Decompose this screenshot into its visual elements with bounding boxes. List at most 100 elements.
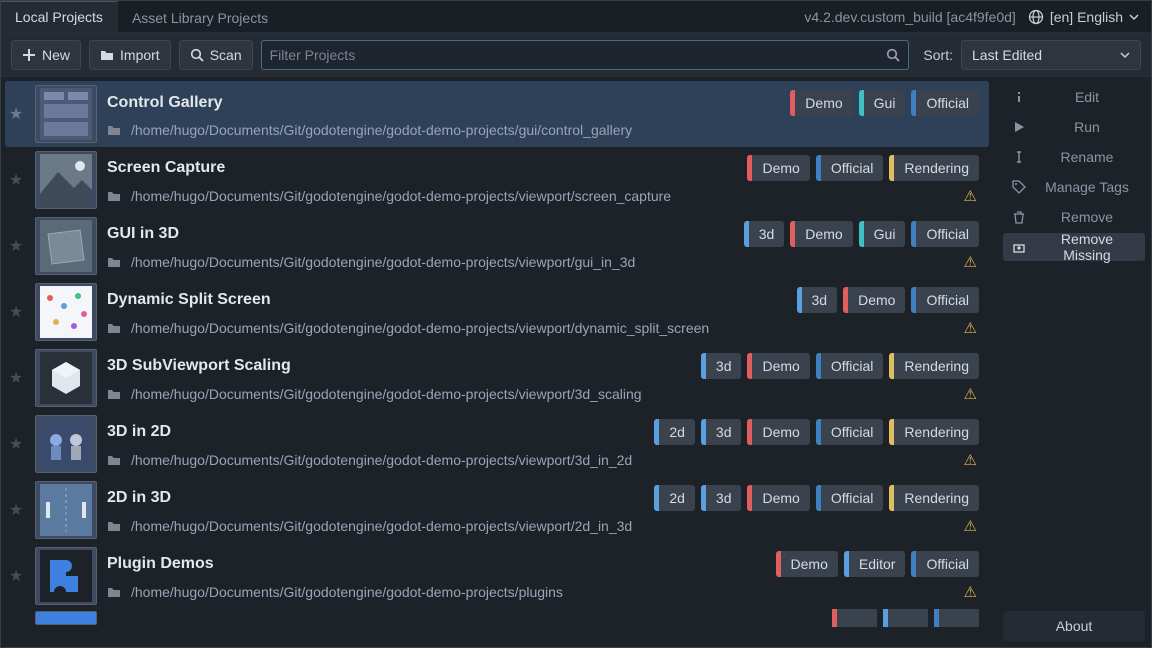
project-row[interactable]: ★Dynamic Split Screen3dDemoOfficial/home… — [5, 279, 989, 345]
remove-label: Remove — [1037, 209, 1137, 225]
project-row-partial — [5, 609, 989, 627]
project-row[interactable]: ★2D in 3D2d3dDemoOfficialRendering/home/… — [5, 477, 989, 543]
project-tag[interactable]: Rendering — [889, 485, 979, 511]
project-tag[interactable]: Official — [816, 353, 884, 379]
language-label: [en] English — [1050, 9, 1123, 25]
tag-label: Official — [821, 358, 884, 374]
project-tag[interactable]: Demo — [843, 287, 905, 313]
project-tag[interactable]: Demo — [747, 485, 809, 511]
project-tag[interactable]: Demo — [790, 221, 852, 247]
project-row[interactable]: ★3D SubViewport Scaling3dDemoOfficialRen… — [5, 345, 989, 411]
tag-label: Demo — [752, 358, 809, 374]
project-tag — [934, 609, 979, 627]
filter-field[interactable] — [261, 40, 910, 70]
project-tag[interactable]: Gui — [859, 90, 906, 116]
project-tag[interactable]: Editor — [844, 551, 906, 577]
project-tag[interactable]: Official — [816, 155, 884, 181]
favorite-star-icon[interactable]: ★ — [7, 434, 25, 454]
run-label: Run — [1037, 119, 1137, 135]
import-button[interactable]: Import — [89, 40, 171, 70]
project-tag[interactable]: Demo — [776, 551, 838, 577]
project-tag — [832, 609, 877, 627]
project-tag[interactable]: Demo — [747, 155, 809, 181]
favorite-star-icon[interactable]: ★ — [7, 302, 25, 322]
folder-icon — [107, 387, 121, 401]
project-tag[interactable]: 3d — [744, 221, 785, 247]
toolbar: New Import Scan Sort: Last Edited — [1, 33, 1151, 77]
project-tag[interactable]: Demo — [747, 419, 809, 445]
tag-label: Official — [821, 424, 884, 440]
project-row[interactable]: ★Plugin DemosDemoEditorOfficial/home/hug… — [5, 543, 989, 609]
tag-label: Official — [916, 556, 979, 572]
project-list[interactable]: ★Control GalleryDemoGuiOfficial/home/hug… — [1, 77, 997, 647]
tag-label: 3d — [749, 226, 785, 242]
project-title: Plugin Demos — [107, 555, 214, 573]
favorite-star-icon[interactable]: ★ — [7, 104, 25, 124]
rename-button[interactable]: Rename — [1003, 143, 1145, 171]
tag-label: Rendering — [894, 160, 979, 176]
project-tag[interactable]: Official — [911, 221, 979, 247]
rename-icon — [1011, 150, 1027, 164]
plus-icon — [22, 48, 36, 62]
project-tag[interactable]: Official — [816, 419, 884, 445]
favorite-star-icon[interactable]: ★ — [7, 500, 25, 520]
language-selector[interactable]: [en] English — [1028, 9, 1139, 25]
project-tag[interactable]: Official — [816, 485, 884, 511]
project-row[interactable]: ★GUI in 3D3dDemoGuiOfficial/home/hugo/Do… — [5, 213, 989, 279]
project-title: GUI in 3D — [107, 225, 179, 243]
project-row[interactable]: ★3D in 2D2d3dDemoOfficialRendering/home/… — [5, 411, 989, 477]
warning-icon: ⚠ — [964, 385, 979, 403]
globe-icon — [1028, 9, 1044, 25]
tag-label: Demo — [781, 556, 838, 572]
project-tag[interactable]: Gui — [859, 221, 906, 247]
project-row[interactable]: ★Control GalleryDemoGuiOfficial/home/hug… — [5, 81, 989, 147]
filter-input[interactable] — [270, 47, 881, 63]
project-tag[interactable]: 3d — [701, 419, 742, 445]
project-thumbnail — [35, 611, 97, 625]
tag-label: Official — [821, 160, 884, 176]
project-tag[interactable]: Official — [911, 90, 979, 116]
scan-button[interactable]: Scan — [179, 40, 253, 70]
favorite-star-icon[interactable]: ★ — [7, 236, 25, 256]
project-thumbnail — [35, 415, 97, 473]
run-button[interactable]: Run — [1003, 113, 1145, 141]
favorite-star-icon[interactable]: ★ — [7, 170, 25, 190]
tab-bar: Local Projects Asset Library Projects v4… — [1, 1, 1151, 33]
favorite-star-icon[interactable]: ★ — [7, 368, 25, 388]
remove-missing-icon — [1011, 240, 1027, 254]
manage-tags-label: Manage Tags — [1037, 179, 1137, 195]
tab-local-projects[interactable]: Local Projects — [1, 1, 118, 32]
sort-dropdown[interactable]: Last Edited — [961, 40, 1141, 70]
project-tag[interactable]: 3d — [701, 353, 742, 379]
warning-icon: ⚠ — [964, 517, 979, 535]
tab-asset-library[interactable]: Asset Library Projects — [118, 1, 282, 32]
project-tag[interactable]: Rendering — [889, 353, 979, 379]
warning-icon: ⚠ — [964, 187, 979, 205]
project-tag[interactable]: Demo — [790, 90, 852, 116]
project-tag[interactable]: Demo — [747, 353, 809, 379]
folder-icon — [107, 519, 121, 533]
project-tag[interactable]: 2d — [654, 485, 695, 511]
edit-button[interactable]: Edit — [1003, 83, 1145, 111]
new-label: New — [42, 47, 70, 63]
remove-button[interactable]: Remove — [1003, 203, 1145, 231]
tag-label: Demo — [795, 95, 852, 111]
project-tag[interactable]: Official — [911, 287, 979, 313]
project-tag[interactable]: Rendering — [889, 155, 979, 181]
project-tag[interactable]: Rendering — [889, 419, 979, 445]
search-icon — [190, 48, 204, 62]
project-row[interactable]: ★Screen CaptureDemoOfficialRendering/hom… — [5, 147, 989, 213]
about-button[interactable]: About — [1003, 611, 1145, 641]
project-tag[interactable]: 3d — [797, 287, 838, 313]
project-tag[interactable]: Official — [911, 551, 979, 577]
edit-label: Edit — [1037, 89, 1137, 105]
manage-tags-button[interactable]: Manage Tags — [1003, 173, 1145, 201]
new-button[interactable]: New — [11, 40, 81, 70]
project-tag[interactable]: 3d — [701, 485, 742, 511]
tag-label: Demo — [752, 160, 809, 176]
project-path: /home/hugo/Documents/Git/godotengine/god… — [131, 386, 642, 402]
project-tag[interactable]: 2d — [654, 419, 695, 445]
remove-missing-button[interactable]: Remove Missing — [1003, 233, 1145, 261]
project-path: /home/hugo/Documents/Git/godotengine/god… — [131, 188, 671, 204]
favorite-star-icon[interactable]: ★ — [7, 566, 25, 586]
